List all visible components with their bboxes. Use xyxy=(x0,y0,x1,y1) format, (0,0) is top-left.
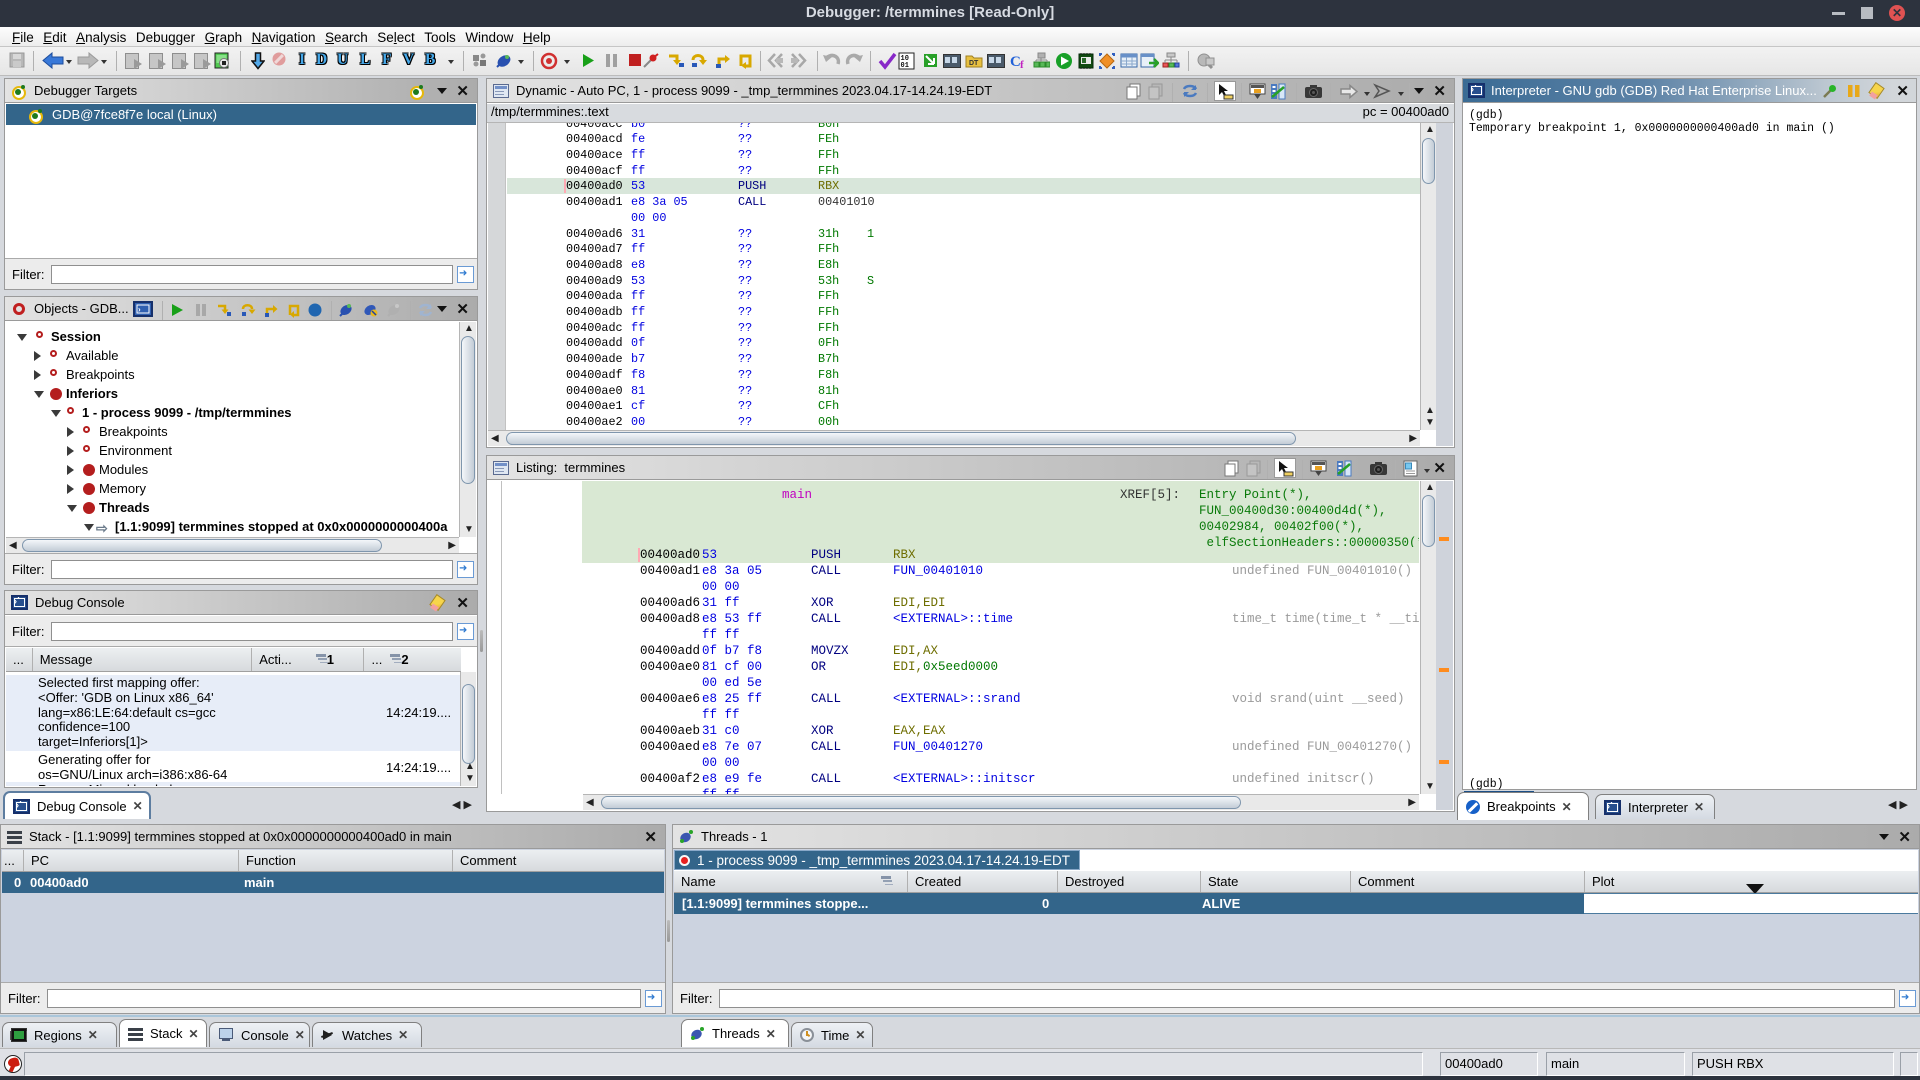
svg-text:DT: DT xyxy=(969,60,979,67)
svg-text:f: f xyxy=(1020,59,1024,69)
svg-text:01: 01 xyxy=(901,62,909,70)
svg-text:›: › xyxy=(138,305,141,314)
